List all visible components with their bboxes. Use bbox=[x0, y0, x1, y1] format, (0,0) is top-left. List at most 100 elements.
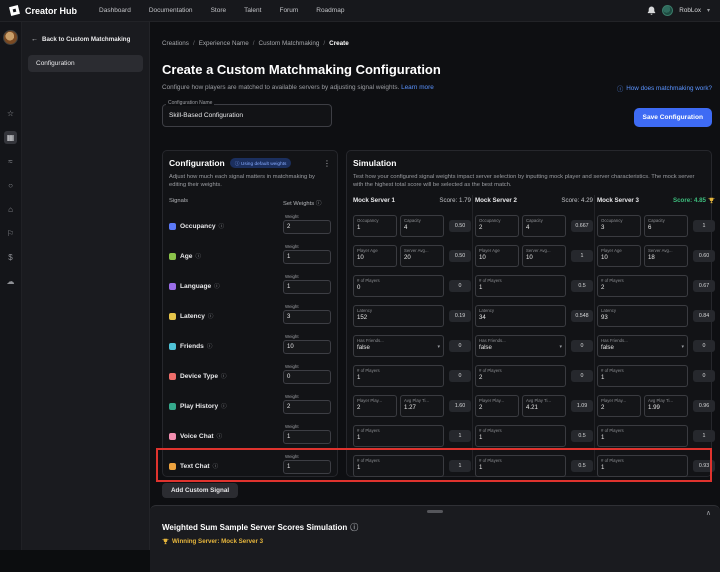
sim-input-has-friends-[interactable]: Has Friends...false▾ bbox=[597, 335, 688, 357]
sim-input-latency[interactable]: Latency93 bbox=[597, 305, 688, 327]
info-icon: ⓘ bbox=[208, 312, 214, 320]
sim-input--of-players[interactable]: # of Players1 bbox=[353, 425, 444, 447]
sim-input-avg-play-ti-[interactable]: Avg Play Ti...1.99 bbox=[644, 395, 688, 417]
sim-input-occupancy[interactable]: Occupancy2 bbox=[475, 215, 519, 237]
topnav-item-talent[interactable]: Talent bbox=[244, 7, 261, 14]
breadcrumb-item[interactable]: Experience Name bbox=[199, 40, 249, 47]
sim-input-capacity[interactable]: Capacity4 bbox=[522, 215, 566, 237]
add-custom-signal-button[interactable]: Add Custom Signal bbox=[162, 483, 238, 498]
creations-icon[interactable]: ▦ bbox=[4, 131, 17, 144]
sim-input--of-players[interactable]: # of Players0 bbox=[353, 275, 444, 297]
topnav-item-store[interactable]: Store bbox=[211, 7, 227, 14]
sim-input-server-avg-[interactable]: Server Avg...20 bbox=[400, 245, 444, 267]
signal-row-device-type: Device TypeⓘWeight0 bbox=[163, 361, 337, 391]
weight-input[interactable]: 2 bbox=[283, 220, 331, 234]
configuration-description: Adjust how much each signal matters in m… bbox=[169, 173, 329, 190]
sim-cell-server-3: # of Players10.93 bbox=[597, 455, 715, 477]
signal-row-voice-chat: Voice ChatⓘWeight1 bbox=[163, 421, 337, 451]
sim-input--of-players[interactable]: # of Players1 bbox=[475, 455, 566, 477]
topnav-items: Dashboard Documentation Store Talent Forum Ro… bbox=[99, 7, 344, 14]
topnav-item-roadmap[interactable]: Roadmap bbox=[316, 7, 344, 14]
back-to-custom-matchmaking[interactable]: ← Back to Custom Matchmaking bbox=[22, 22, 149, 51]
learn-more-link[interactable]: Learn more bbox=[401, 84, 434, 91]
sim-input-server-avg-[interactable]: Server Avg...10 bbox=[522, 245, 566, 267]
sim-input-avg-play-ti-[interactable]: Avg Play Ti...1.27 bbox=[400, 395, 444, 417]
configuration-name-input[interactable]: Skill-Based Configuration bbox=[162, 104, 332, 127]
weight-input[interactable]: 1 bbox=[283, 250, 331, 264]
breadcrumb-item[interactable]: Custom Matchmaking bbox=[259, 40, 320, 47]
sim-input-player-age[interactable]: Player Age10 bbox=[597, 245, 641, 267]
sim-input-value: 2 bbox=[479, 404, 515, 411]
user-avatar[interactable] bbox=[662, 5, 673, 16]
signal-score-chip: 1 bbox=[571, 250, 593, 262]
collaboration-icon[interactable]: ⌂ bbox=[4, 203, 17, 216]
topnav-item-dashboard[interactable]: Dashboard bbox=[99, 7, 131, 14]
weight-label: Weight bbox=[285, 424, 331, 429]
sim-input-player-play-[interactable]: Player Play...2 bbox=[597, 395, 641, 417]
weight-input[interactable]: 2 bbox=[283, 400, 331, 414]
sim-input-occupancy[interactable]: Occupancy3 bbox=[597, 215, 641, 237]
sim-input--of-players[interactable]: # of Players1 bbox=[353, 365, 444, 387]
monetization-icon[interactable]: $ bbox=[4, 251, 17, 264]
drag-handle[interactable] bbox=[427, 510, 443, 513]
expand-chevron-icon[interactable]: ∧ bbox=[706, 509, 711, 517]
sim-input-occupancy[interactable]: Occupancy1 bbox=[353, 215, 397, 237]
avatar-items-icon[interactable]: ○ bbox=[4, 179, 17, 192]
weight-input[interactable]: 1 bbox=[283, 430, 331, 444]
sim-input-label: # of Players bbox=[357, 368, 440, 373]
sim-input-avg-play-ti-[interactable]: Avg Play Ti...4.21 bbox=[522, 395, 566, 417]
weight-input[interactable]: 1 bbox=[283, 460, 331, 474]
favorites-icon[interactable]: ☆ bbox=[4, 107, 17, 120]
localization-icon[interactable]: ⚐ bbox=[4, 227, 17, 240]
sim-input--of-players[interactable]: # of Players2 bbox=[475, 365, 566, 387]
kebab-menu-icon[interactable]: ⋮ bbox=[323, 159, 331, 168]
sim-input--of-players[interactable]: # of Players1 bbox=[597, 365, 688, 387]
weight-input[interactable]: 1 bbox=[283, 280, 331, 294]
sim-input-capacity[interactable]: Capacity4 bbox=[400, 215, 444, 237]
weight-input[interactable]: 10 bbox=[283, 340, 331, 354]
signal-score-chip: 0 bbox=[693, 340, 715, 352]
sim-input-player-age[interactable]: Player Age10 bbox=[475, 245, 519, 267]
sim-input--of-players[interactable]: # of Players1 bbox=[597, 425, 688, 447]
rail-avatar[interactable] bbox=[3, 30, 18, 45]
sim-input-server-avg-[interactable]: Server Avg...18 bbox=[644, 245, 688, 267]
sim-input--of-players[interactable]: # of Players1 bbox=[475, 275, 566, 297]
sim-input-player-play-[interactable]: Player Play...2 bbox=[475, 395, 519, 417]
sim-cell-server-1: # of Players11 bbox=[353, 425, 471, 447]
sim-input-capacity[interactable]: Capacity6 bbox=[644, 215, 688, 237]
save-configuration-button[interactable]: Save Configuration bbox=[634, 108, 712, 127]
sim-input--of-players[interactable]: # of Players1 bbox=[475, 425, 566, 447]
sim-input-has-friends-[interactable]: Has Friends...false▾ bbox=[475, 335, 566, 357]
open-cloud-icon[interactable]: ☁ bbox=[4, 275, 17, 288]
set-weights-header: Set Weights ⓘ bbox=[283, 198, 331, 207]
notifications-bell-icon[interactable] bbox=[647, 6, 656, 16]
sim-input--of-players[interactable]: # of Players1 bbox=[353, 455, 444, 477]
sim-input-player-age[interactable]: Player Age10 bbox=[353, 245, 397, 267]
sim-input-latency[interactable]: Latency34 bbox=[475, 305, 566, 327]
simulation-description: Test how your configured signal weights … bbox=[353, 173, 703, 190]
sim-input--of-players[interactable]: # of Players2 bbox=[597, 275, 688, 297]
sidebar: ← Back to Custom Matchmaking Configurati… bbox=[22, 22, 150, 550]
sim-input--of-players[interactable]: # of Players1 bbox=[597, 455, 688, 477]
weight-input[interactable]: 0 bbox=[283, 370, 331, 384]
sim-input-latency[interactable]: Latency152 bbox=[353, 305, 444, 327]
sidebar-item-configuration[interactable]: Configuration bbox=[28, 55, 143, 72]
sim-input-value: 152 bbox=[357, 314, 440, 321]
sim-input-value: 1 bbox=[357, 374, 440, 381]
topnav-item-documentation[interactable]: Documentation bbox=[149, 7, 193, 14]
matchmaking-help-link[interactable]: ⓘ How does matchmaking work? bbox=[617, 84, 712, 93]
weight-input[interactable]: 3 bbox=[283, 310, 331, 324]
sim-input-value: 20 bbox=[404, 254, 440, 261]
analytics-icon[interactable]: ≈ bbox=[4, 155, 17, 168]
chevron-down-icon[interactable]: ▾ bbox=[707, 7, 710, 14]
breadcrumb-item[interactable]: Creations bbox=[162, 40, 189, 47]
weight-group: Weight10 bbox=[283, 334, 331, 354]
sim-input-label: # of Players bbox=[357, 428, 440, 433]
topnav-item-forum[interactable]: Forum bbox=[279, 7, 298, 14]
sim-input-value: 10 bbox=[601, 254, 637, 261]
sim-cell-server-2: Occupancy2Capacity40.667 bbox=[475, 215, 593, 237]
sim-input-has-friends-[interactable]: Has Friends...false▾ bbox=[353, 335, 444, 357]
signal-name: Friends bbox=[180, 343, 204, 350]
top-navigation-bar: Creator Hub DashboardDocumentationStoreT… bbox=[0, 0, 720, 22]
sim-input-player-play-[interactable]: Player Play...2 bbox=[353, 395, 397, 417]
